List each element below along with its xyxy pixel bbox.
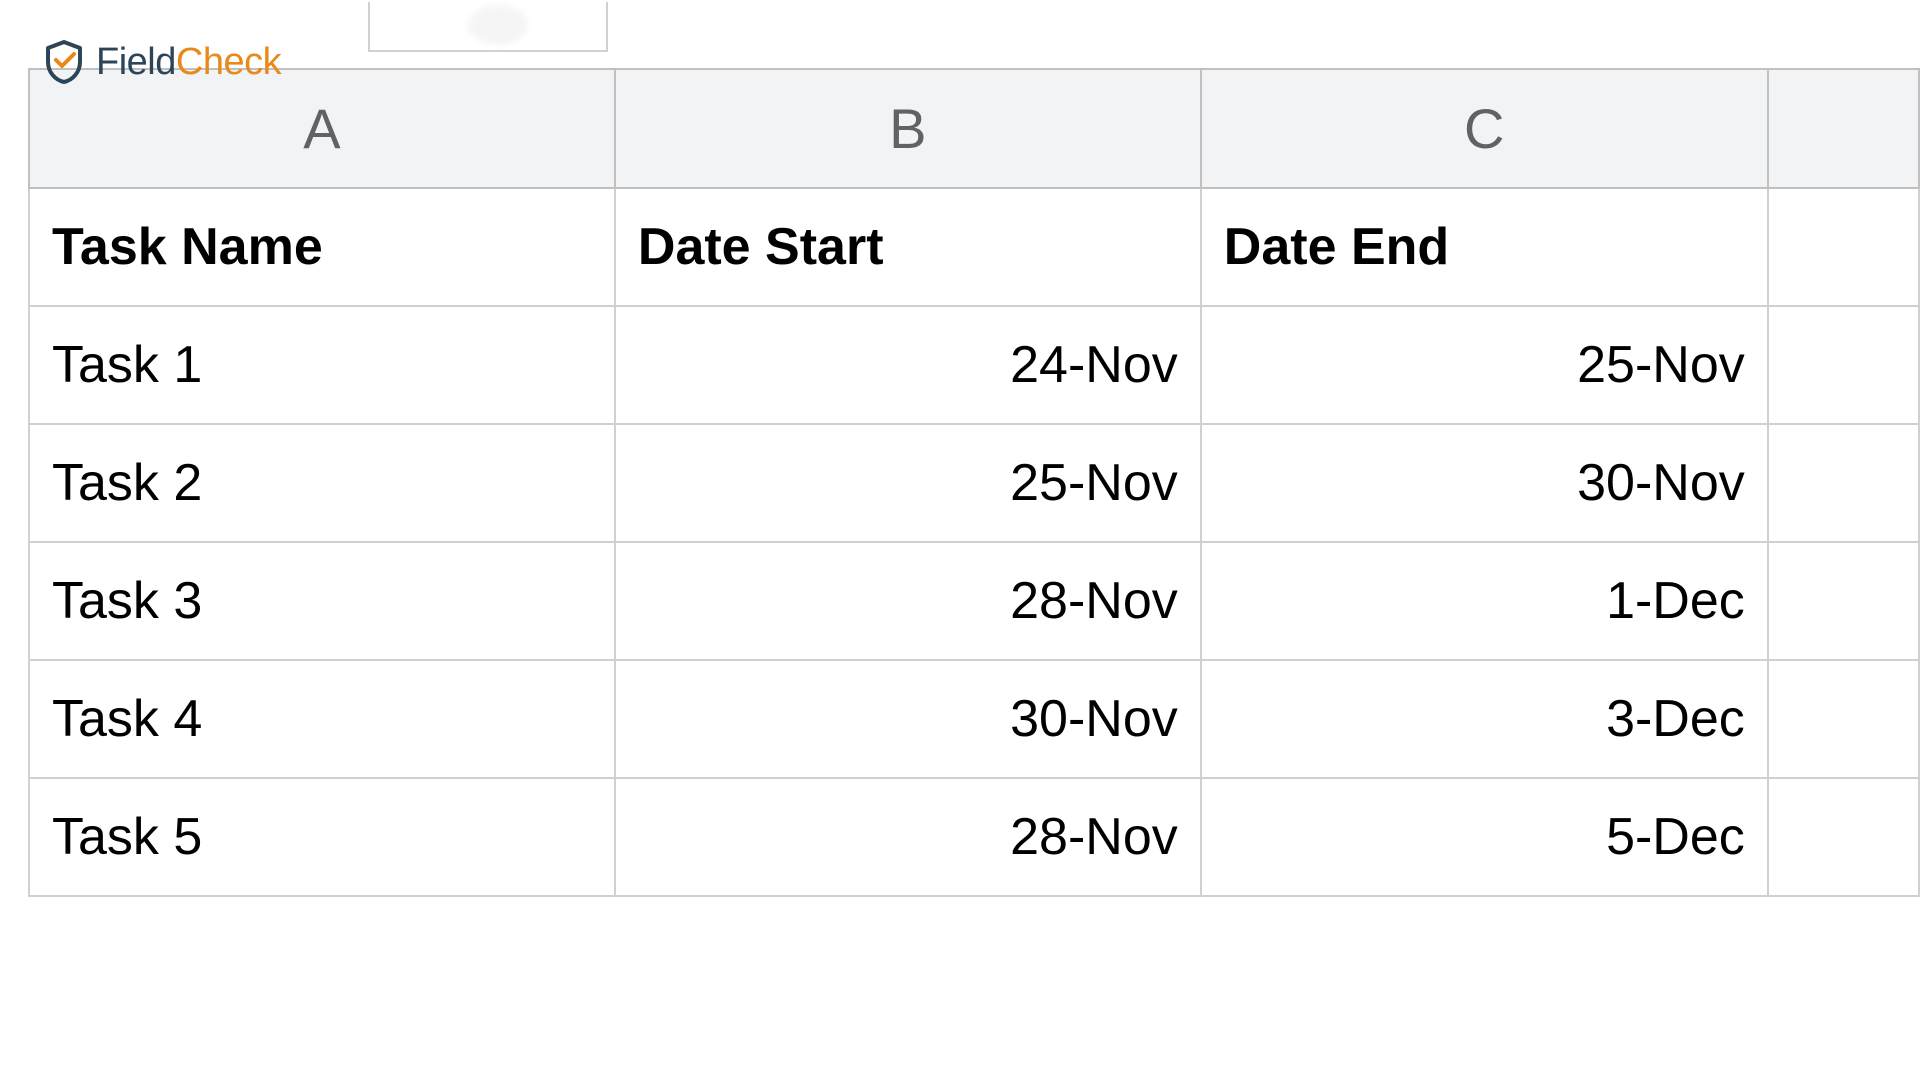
table-row: Task 1 24-Nov 25-Nov bbox=[29, 306, 1919, 424]
header-date-end[interactable]: Date End bbox=[1201, 188, 1768, 306]
start-cell[interactable]: 25-Nov bbox=[615, 424, 1201, 542]
column-header-c[interactable]: C bbox=[1201, 69, 1768, 188]
spreadsheet: A B C Task Name Date Start Date End Task… bbox=[28, 20, 1920, 897]
start-cell[interactable]: 28-Nov bbox=[615, 542, 1201, 660]
shield-check-icon bbox=[40, 38, 88, 86]
empty-cell[interactable] bbox=[1768, 542, 1919, 660]
end-cell[interactable]: 5-Dec bbox=[1201, 778, 1768, 896]
start-cell[interactable]: 28-Nov bbox=[615, 778, 1201, 896]
column-header-row: A B C bbox=[29, 69, 1919, 188]
task-cell[interactable]: Task 5 bbox=[29, 778, 615, 896]
empty-cell[interactable] bbox=[1768, 778, 1919, 896]
header-task-name[interactable]: Task Name bbox=[29, 188, 615, 306]
column-header-a[interactable]: A bbox=[29, 69, 615, 188]
table-row: Task 4 30-Nov 3-Dec bbox=[29, 660, 1919, 778]
empty-cell[interactable] bbox=[1768, 188, 1919, 306]
fieldcheck-logo: FieldCheck bbox=[40, 38, 281, 86]
end-cell[interactable]: 1-Dec bbox=[1201, 542, 1768, 660]
toolbar-blur bbox=[468, 5, 528, 45]
empty-cell[interactable] bbox=[1768, 306, 1919, 424]
header-row: Task Name Date Start Date End bbox=[29, 188, 1919, 306]
logo-field-text: Field bbox=[96, 41, 176, 83]
end-cell[interactable]: 25-Nov bbox=[1201, 306, 1768, 424]
empty-cell[interactable] bbox=[1768, 424, 1919, 542]
spreadsheet-table: A B C Task Name Date Start Date End Task… bbox=[28, 68, 1920, 897]
table-row: Task 3 28-Nov 1-Dec bbox=[29, 542, 1919, 660]
start-cell[interactable]: 30-Nov bbox=[615, 660, 1201, 778]
table-row: Task 5 28-Nov 5-Dec bbox=[29, 778, 1919, 896]
end-cell[interactable]: 3-Dec bbox=[1201, 660, 1768, 778]
logo-text: FieldCheck bbox=[96, 41, 281, 84]
column-header-b[interactable]: B bbox=[615, 69, 1201, 188]
table-row: Task 2 25-Nov 30-Nov bbox=[29, 424, 1919, 542]
start-cell[interactable]: 24-Nov bbox=[615, 306, 1201, 424]
logo-check-text: Check bbox=[176, 41, 281, 83]
task-cell[interactable]: Task 2 bbox=[29, 424, 615, 542]
header-date-start[interactable]: Date Start bbox=[615, 188, 1201, 306]
task-cell[interactable]: Task 1 bbox=[29, 306, 615, 424]
empty-cell[interactable] bbox=[1768, 660, 1919, 778]
task-cell[interactable]: Task 3 bbox=[29, 542, 615, 660]
column-header-d[interactable] bbox=[1768, 69, 1919, 188]
task-cell[interactable]: Task 4 bbox=[29, 660, 615, 778]
end-cell[interactable]: 30-Nov bbox=[1201, 424, 1768, 542]
